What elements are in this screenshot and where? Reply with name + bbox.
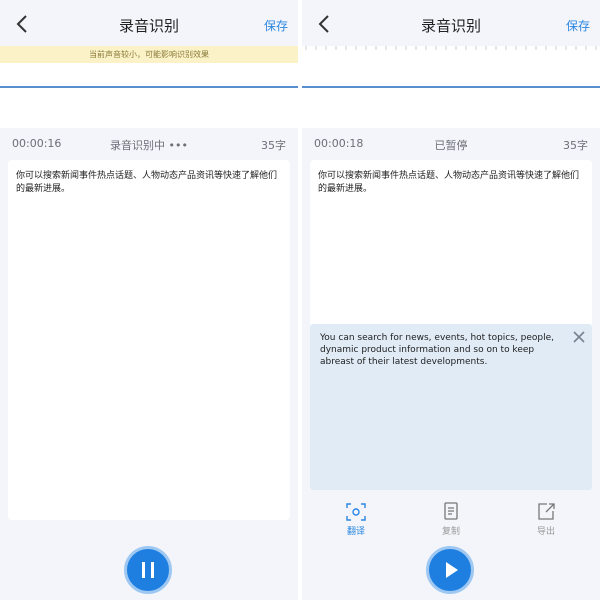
waveform-line (0, 86, 298, 88)
save-button[interactable]: 保存 (264, 17, 288, 34)
top-bar: 录音识别 保存 (0, 0, 298, 48)
waveform-area (302, 46, 600, 128)
top-bar: 录音识别 保存 (302, 0, 600, 48)
recording-screen: 录音识别 保存 当前声音较小，可能影响识别效果 00:00:16 录音识别中 •… (0, 0, 298, 600)
translation-panel: You can search for news, events, hot top… (310, 324, 592, 490)
translate-icon (346, 503, 366, 521)
status-bar: 00:00:16 录音识别中 ••• 35字 (0, 128, 298, 158)
copy-button[interactable]: 复制 (421, 496, 481, 542)
play-button[interactable] (426, 546, 474, 594)
save-button[interactable]: 保存 (566, 17, 590, 34)
pause-icon (142, 562, 154, 578)
character-count: 35字 (563, 139, 588, 152)
waveform-line (302, 86, 600, 88)
export-icon (538, 503, 555, 520)
paused-screen: 录音识别 保存 00:00:18 已暂停 35字 你可以搜索新闻事件热点话题、人… (302, 0, 600, 600)
play-icon (446, 562, 458, 578)
timeline-ticks (305, 46, 597, 50)
transcript-text: 你可以搜索新闻事件热点话题、人物动态产品资讯等快速了解他们的最新进展。 (318, 171, 580, 194)
translate-label: 翻译 (346, 527, 365, 537)
close-icon[interactable] (572, 330, 586, 344)
page-title: 录音识别 (420, 17, 481, 35)
recognition-status: 录音识别中 ••• (110, 139, 188, 152)
page-title: 录音识别 (118, 17, 179, 35)
transcript-text: 你可以搜索新闻事件热点话题、人物动态产品资讯等快速了解他们的最新进展。 (16, 171, 278, 194)
character-count: 35字 (261, 139, 286, 152)
waveform-area: 当前声音较小，可能影响识别效果 (0, 46, 298, 128)
copy-icon (444, 502, 458, 520)
transcript-card: 你可以搜索新闻事件热点话题、人物动态产品资讯等快速了解他们的最新进展。 (8, 160, 290, 520)
recognition-status: 已暂停 (434, 139, 468, 152)
copy-label: 复制 (441, 527, 460, 537)
export-label: 导出 (536, 527, 555, 537)
low-volume-notice: 当前声音较小，可能影响识别效果 (0, 46, 298, 63)
action-toolbar: 翻译 复制 导出 (302, 496, 600, 542)
export-button[interactable]: 导出 (516, 496, 576, 542)
status-bar: 00:00:18 已暂停 35字 (302, 128, 600, 158)
translate-button[interactable]: 翻译 (326, 496, 386, 542)
pause-button[interactable] (124, 546, 172, 594)
translation-text: You can search for news, events, hot top… (320, 333, 555, 367)
